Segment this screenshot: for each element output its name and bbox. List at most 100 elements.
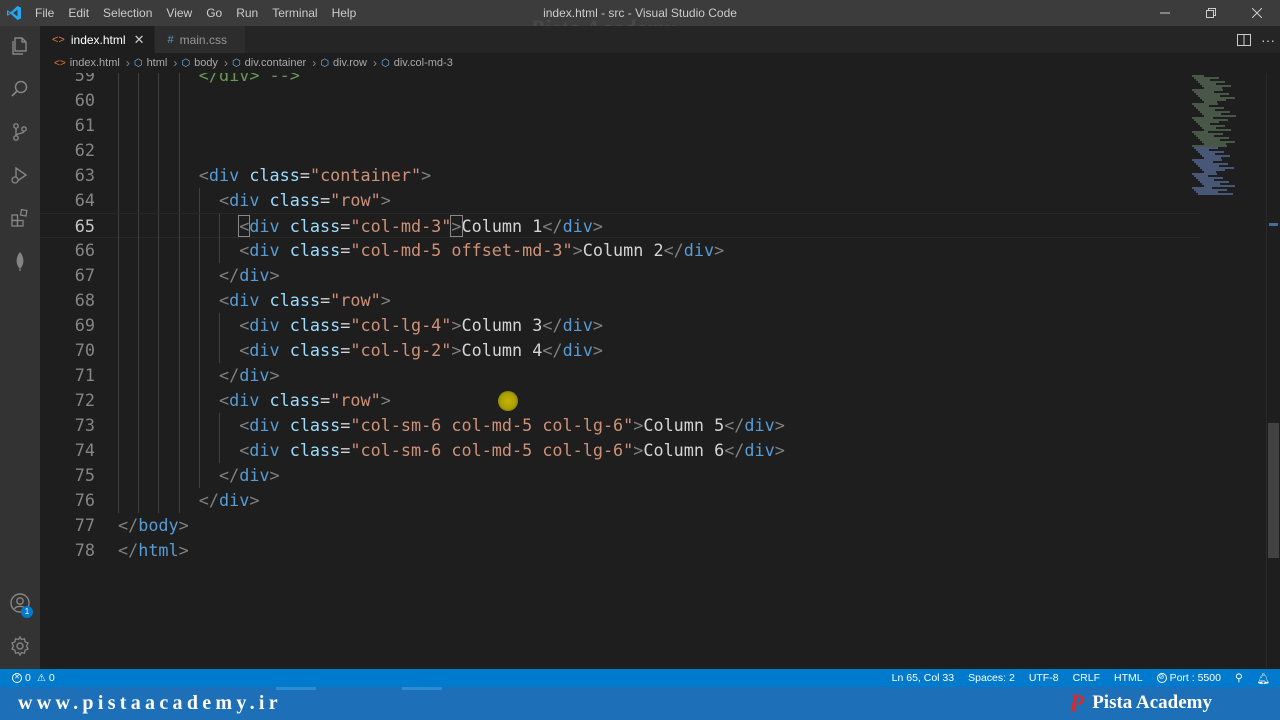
indent-guide	[158, 388, 160, 413]
indentation[interactable]: Spaces: 2	[961, 669, 1022, 687]
breadcrumb-item[interactable]: ⬡ div.col-md-3	[381, 57, 453, 69]
vscode-logo-icon[interactable]	[0, 0, 28, 26]
code-line[interactable]: 63 <div class="container">	[40, 163, 1200, 188]
settings-gear-icon[interactable]	[0, 626, 40, 666]
end-of-line[interactable]: CRLF	[1066, 669, 1107, 687]
encoding[interactable]: UTF-8	[1022, 669, 1066, 687]
code-text: <div class="container">	[199, 163, 431, 188]
mongodb-leaf-icon[interactable]	[0, 241, 40, 281]
code-line[interactable]: 75 </div>	[40, 463, 1200, 488]
menu-help[interactable]: Help	[325, 0, 364, 26]
restore-button[interactable]	[1188, 0, 1234, 26]
indent-guide	[178, 488, 180, 513]
editor-actions: ···	[1232, 26, 1280, 53]
code-line[interactable]: 71 </div>	[40, 363, 1200, 388]
code-token: div	[208, 165, 240, 185]
search-icon[interactable]	[0, 69, 40, 109]
brand-url: www.pistaacademy.ir	[18, 692, 282, 714]
code-token: <	[239, 240, 250, 260]
breadcrumb-item[interactable]: ⬡ div.container ›	[232, 56, 320, 70]
code-text: <div class="col-sm-6 col-md-5 col-lg-6">…	[239, 413, 785, 438]
line-number: 71	[74, 365, 95, 385]
cursor-position[interactable]: Ln 65, Col 33	[885, 669, 961, 687]
line-number: 75	[74, 465, 95, 485]
code-line[interactable]: 62	[40, 138, 1200, 163]
code-line[interactable]: 76 </div>	[40, 488, 1200, 513]
code-token: =	[340, 315, 351, 335]
breadcrumb-item[interactable]: <> index.html ›	[54, 56, 134, 70]
code-line[interactable]: 60	[40, 88, 1200, 113]
accounts-icon[interactable]: 1	[0, 583, 40, 623]
code-line[interactable]: 78 </html>	[40, 538, 1200, 563]
code-line[interactable]: 64 <div class="row">	[40, 188, 1200, 213]
code-token: div	[239, 365, 270, 385]
indent-guide	[178, 413, 180, 438]
indent-guide	[118, 438, 119, 463]
brand-name: Pista Academy	[1092, 692, 1212, 713]
code-token: "col-lg-2"	[350, 340, 452, 360]
menu-selection[interactable]: Selection	[96, 0, 159, 26]
tab-index-html[interactable]: <> index.html ✕	[40, 26, 156, 53]
code-token: div	[249, 240, 280, 260]
menu-go[interactable]: Go	[199, 0, 229, 26]
code-token: div	[229, 290, 260, 310]
code-line[interactable]: 70 <div class="col-lg-2">Column 4</div>	[40, 338, 1200, 363]
feedback-icon[interactable]: ⚲	[1228, 669, 1250, 687]
code-line[interactable]: 68 <div class="row">	[40, 288, 1200, 313]
menu-terminal[interactable]: Terminal	[265, 0, 324, 26]
menu-edit[interactable]: Edit	[61, 0, 96, 26]
code-token: =	[340, 340, 351, 360]
error-count: 0	[25, 672, 31, 684]
code-token: body	[138, 515, 179, 535]
code-line[interactable]: 77 </body>	[40, 513, 1200, 538]
tab-main-css[interactable]: # main.css	[155, 26, 246, 53]
indent-guide	[118, 138, 119, 163]
error-icon: ✕	[12, 673, 22, 683]
code-line[interactable]: 61	[40, 113, 1200, 138]
vertical-scrollbar[interactable]	[1266, 73, 1280, 669]
minimize-button[interactable]	[1142, 0, 1188, 26]
code-line[interactable]: 72 <div class="row">	[40, 388, 1200, 413]
code-line[interactable]: 74 <div class="col-sm-6 col-md-5 col-lg-6…	[40, 438, 1200, 463]
indent-guide	[178, 113, 180, 138]
breadcrumb-item[interactable]: ⬡ html ›	[134, 56, 182, 70]
indent-guide	[178, 313, 180, 338]
split-editor-icon[interactable]	[1232, 26, 1256, 53]
code-line[interactable]: 73 <div class="col-sm-6 col-md-5 col-lg-6…	[40, 413, 1200, 438]
code-editor[interactable]: 59 </div> --> 60 61 62 63 <div class="containe…	[40, 73, 1280, 669]
extensions-icon[interactable]	[0, 198, 40, 238]
code-text: </div> -->	[199, 73, 300, 88]
code-line[interactable]: 67 </div>	[40, 263, 1200, 288]
source-control-icon[interactable]	[0, 112, 40, 152]
code-line[interactable]: 59 </div> -->	[40, 73, 1200, 88]
code-token: div	[249, 415, 280, 435]
brand-accent-line	[276, 687, 316, 690]
indent-guide	[158, 463, 160, 488]
code-line[interactable]: 65 <div class="col-md-3">Column 1</div>	[40, 213, 1200, 239]
problems-indicator[interactable]: ✕ 0 ⚠ 0	[0, 669, 62, 687]
code-line[interactable]: 66 <div class="col-md-5 offset-md-3">Colu…	[40, 238, 1200, 263]
menu-view[interactable]: View	[159, 0, 199, 26]
code-text: <div class="col-md-3">Column 1</div>	[238, 214, 603, 239]
close-tab-icon[interactable]: ✕	[134, 32, 145, 48]
menu-run[interactable]: Run	[229, 0, 265, 26]
run-debug-icon[interactable]	[0, 155, 40, 195]
code-line[interactable]: 69 <div class="col-lg-4">Column 3</div>	[40, 313, 1200, 338]
explorer-icon[interactable]	[0, 26, 40, 66]
breadcrumb-item[interactable]: ⬡ body ›	[181, 56, 232, 70]
breadcrumb-item[interactable]: ⬡ div.row ›	[320, 56, 381, 70]
scrollbar-thumb[interactable]	[1268, 423, 1279, 558]
line-number: 60	[74, 90, 95, 110]
indent-guide	[178, 438, 180, 463]
code-text: <div class="col-lg-2">Column 4</div>	[239, 338, 603, 363]
language-mode[interactable]: HTML	[1107, 669, 1150, 687]
notifications-bell-icon[interactable]: 🔔︎	[1250, 669, 1280, 687]
menu-file[interactable]: File	[28, 0, 61, 26]
live-server-port[interactable]: ⊘ Port : 5500	[1150, 669, 1228, 687]
line-number: 61	[74, 115, 95, 135]
close-window-button[interactable]	[1234, 0, 1280, 26]
indent-guide	[219, 313, 220, 338]
more-actions-icon[interactable]: ···	[1256, 26, 1280, 53]
